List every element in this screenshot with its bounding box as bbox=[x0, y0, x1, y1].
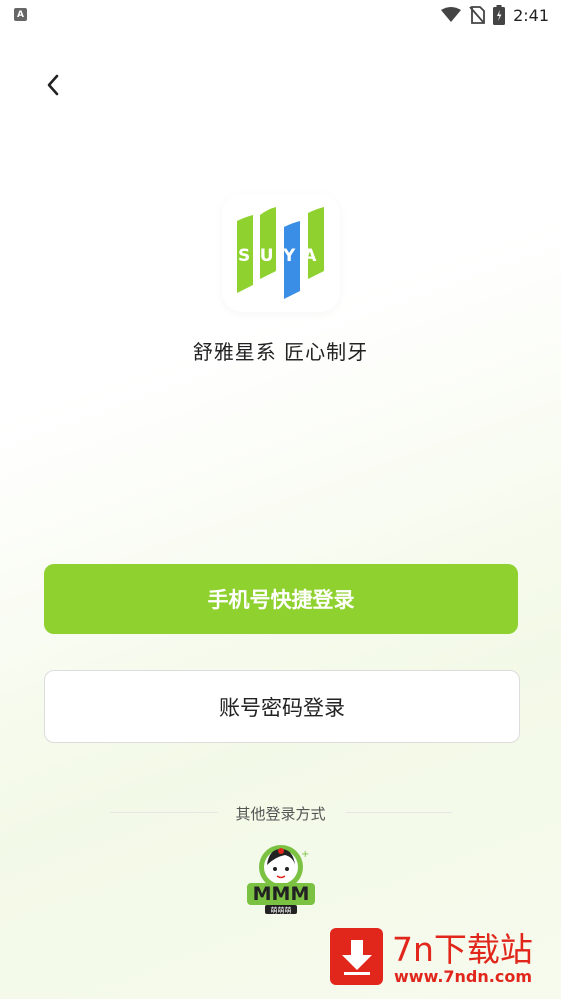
account-password-login-button[interactable]: 账号密码登录 bbox=[44, 670, 520, 743]
mmm-app-icon: + MMM 萌萌萌 bbox=[247, 845, 315, 915]
phone-quick-login-button[interactable]: 手机号快捷登录 bbox=[44, 564, 518, 634]
chevron-left-icon bbox=[47, 74, 59, 96]
no-sim-icon bbox=[469, 6, 485, 24]
suya-logo-icon: SUYA bbox=[237, 207, 326, 299]
logo-text: SUYA bbox=[238, 246, 326, 266]
mmm-login-button[interactable]: + MMM 萌萌萌 bbox=[245, 843, 317, 915]
status-bar: A 2:41 bbox=[0, 0, 561, 30]
slogan-text: 舒雅星系 匠心制牙 bbox=[192, 340, 369, 364]
clock-time: 2:41 bbox=[513, 5, 549, 25]
battery-icon bbox=[493, 5, 506, 25]
status-icons: 2:41 bbox=[441, 5, 549, 25]
back-button[interactable] bbox=[36, 68, 70, 102]
watermark-title: 7n下载站 bbox=[392, 930, 533, 969]
notification-a-icon: A bbox=[14, 8, 27, 21]
mmm-sub-text: 萌萌萌 bbox=[271, 906, 292, 915]
svg-text:+: + bbox=[301, 849, 309, 860]
wifi-icon bbox=[441, 7, 462, 22]
other-login-label: 其他登录方式 bbox=[235, 805, 326, 823]
mmm-logo-text: MMM bbox=[253, 883, 310, 905]
watermark-url: www.7ndn.com bbox=[394, 967, 532, 986]
watermark: 7n下载站 www.7ndn.com bbox=[330, 925, 555, 990]
app-logo: SUYA bbox=[222, 194, 340, 312]
download-badge bbox=[330, 928, 383, 985]
download-arrow-icon bbox=[341, 939, 372, 975]
